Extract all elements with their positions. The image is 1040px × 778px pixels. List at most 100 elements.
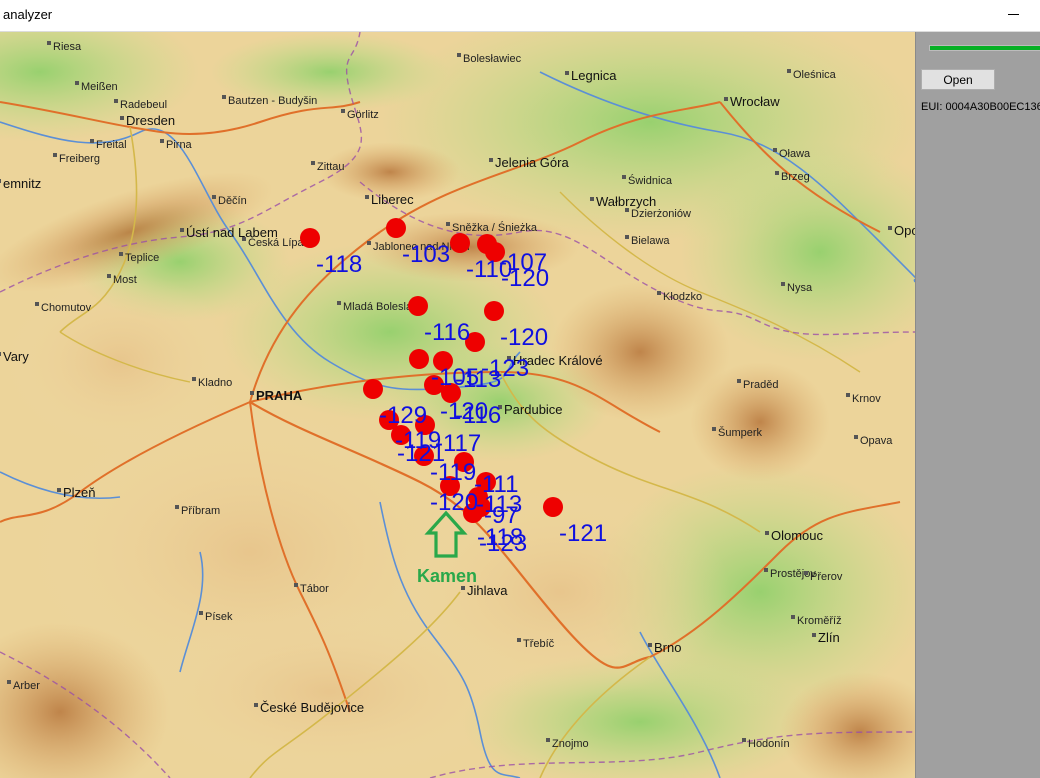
- rssi-label: -120: [500, 324, 548, 351]
- city-label: Oława: [779, 148, 811, 160]
- rssi-point[interactable]: [386, 218, 406, 238]
- city-label: Meißen: [81, 81, 118, 93]
- city-dot: [47, 41, 51, 45]
- city-dot: [781, 282, 785, 286]
- city-dot: [0, 352, 1, 356]
- city-label: Pirna: [166, 139, 193, 151]
- city-label: Wrocław: [730, 94, 780, 109]
- rssi-label: -119: [430, 459, 476, 486]
- city-dot: [565, 71, 569, 75]
- city-dot: [489, 158, 493, 162]
- city-dot: [119, 252, 123, 256]
- city-dot: [625, 208, 629, 212]
- city-dot: [57, 488, 61, 492]
- city-dot: [648, 643, 652, 647]
- city-label: Wałbrzych: [596, 194, 656, 209]
- city-label: Freital: [96, 139, 127, 151]
- city-dot: [742, 738, 746, 742]
- city-label: Opava: [860, 435, 893, 447]
- city-label: Kłodzko: [663, 291, 702, 303]
- city-dot: [242, 237, 246, 241]
- city-label: Świdnica: [628, 174, 673, 187]
- city-label: Dresden: [126, 113, 175, 128]
- city-dot: [517, 638, 521, 642]
- city-dot: [846, 393, 850, 397]
- city-dot: [311, 161, 315, 165]
- city-dot: [737, 379, 741, 383]
- city-label: Sněžka / Śnieżka: [452, 221, 538, 234]
- city-label: Jelenia Góra: [495, 155, 569, 170]
- city-dot: [657, 291, 661, 295]
- rssi-label: -117: [435, 430, 481, 457]
- city-dot: [365, 195, 369, 199]
- city-dot: [75, 81, 79, 85]
- rssi-label: -120: [430, 489, 478, 516]
- city-label: České Budějovice: [260, 700, 364, 715]
- rssi-point[interactable]: [450, 233, 470, 253]
- window-title: analyzer: [3, 7, 53, 22]
- rssi-label: -129: [379, 402, 427, 429]
- city-label: Bolesławiec: [463, 53, 522, 65]
- rssi-point[interactable]: [409, 349, 429, 369]
- city-label: Pardubice: [504, 402, 563, 417]
- app-window: analyzer Riesa Meißen Radebeul Dresden F…: [0, 0, 1040, 778]
- city-label: Bautzen - Budyšin: [228, 95, 317, 107]
- city-label: Liberec: [371, 192, 414, 207]
- city-dot: [180, 228, 184, 232]
- city-dot: [775, 171, 779, 175]
- city-label: Vary: [3, 349, 29, 364]
- rssi-point[interactable]: [408, 296, 428, 316]
- map-canvas[interactable]: Riesa MeißenRadebeul Dresden Freital Pirna Fr…: [0, 32, 915, 778]
- city-dot: [107, 274, 111, 278]
- city-dot: [446, 222, 450, 226]
- city-dot: [625, 235, 629, 239]
- city-dot: [773, 148, 777, 152]
- city-label: Olomouc: [771, 528, 824, 543]
- rssi-label: -116: [424, 319, 470, 346]
- rssi-label: -116: [455, 402, 501, 429]
- city-dot: [160, 139, 164, 143]
- city-label: Hodonín: [748, 738, 790, 750]
- rssi-point[interactable]: [363, 379, 383, 399]
- city-dot: [724, 97, 728, 101]
- kamen-label: Kamen: [417, 566, 477, 586]
- rssi-label: -118: [316, 251, 362, 278]
- city-label: Krnov: [852, 393, 881, 405]
- city-dot: [114, 99, 118, 103]
- city-label: Zittau: [317, 161, 345, 173]
- progress-fill: [930, 46, 1040, 50]
- city-label: Most: [113, 274, 137, 286]
- city-dot: [854, 435, 858, 439]
- city-dot: [787, 69, 791, 73]
- city-dot: [192, 377, 196, 381]
- city-dot: [461, 586, 465, 590]
- city-label: Mladá Boleslav: [343, 301, 418, 313]
- city-dot: [0, 179, 1, 183]
- city-label: Česká Lípa: [248, 236, 305, 249]
- city-label: Opo: [894, 223, 915, 238]
- city-label: Zlín: [818, 630, 840, 645]
- city-label: Dzierżoniów: [631, 208, 691, 220]
- rssi-label: -120: [501, 265, 549, 292]
- city-dot: [712, 427, 716, 431]
- city-dot: [90, 139, 94, 143]
- city-dot: [120, 116, 124, 120]
- city-dot: [294, 583, 298, 587]
- city-label: Görlitz: [347, 109, 379, 121]
- map-view[interactable]: Riesa Meißen Radebeul Dresden Freital Pirna Fr…: [0, 32, 915, 778]
- city-dot: [35, 302, 39, 306]
- city-dot: [622, 175, 626, 179]
- rssi-point[interactable]: [300, 228, 320, 248]
- city-label: Přerov: [810, 571, 843, 583]
- city-label: Arber: [13, 680, 40, 692]
- city-label: Radebeul: [120, 99, 167, 111]
- city-dot: [457, 53, 461, 57]
- rssi-label: -103: [402, 241, 450, 268]
- rssi-point[interactable]: [484, 301, 504, 321]
- open-button[interactable]: Open: [921, 69, 995, 90]
- minimize-button[interactable]: [1004, 4, 1024, 24]
- city-label: Praděd: [743, 379, 778, 391]
- rssi-label: -121: [559, 520, 607, 547]
- rssi-label: -113: [455, 366, 501, 393]
- rssi-point[interactable]: [543, 497, 563, 517]
